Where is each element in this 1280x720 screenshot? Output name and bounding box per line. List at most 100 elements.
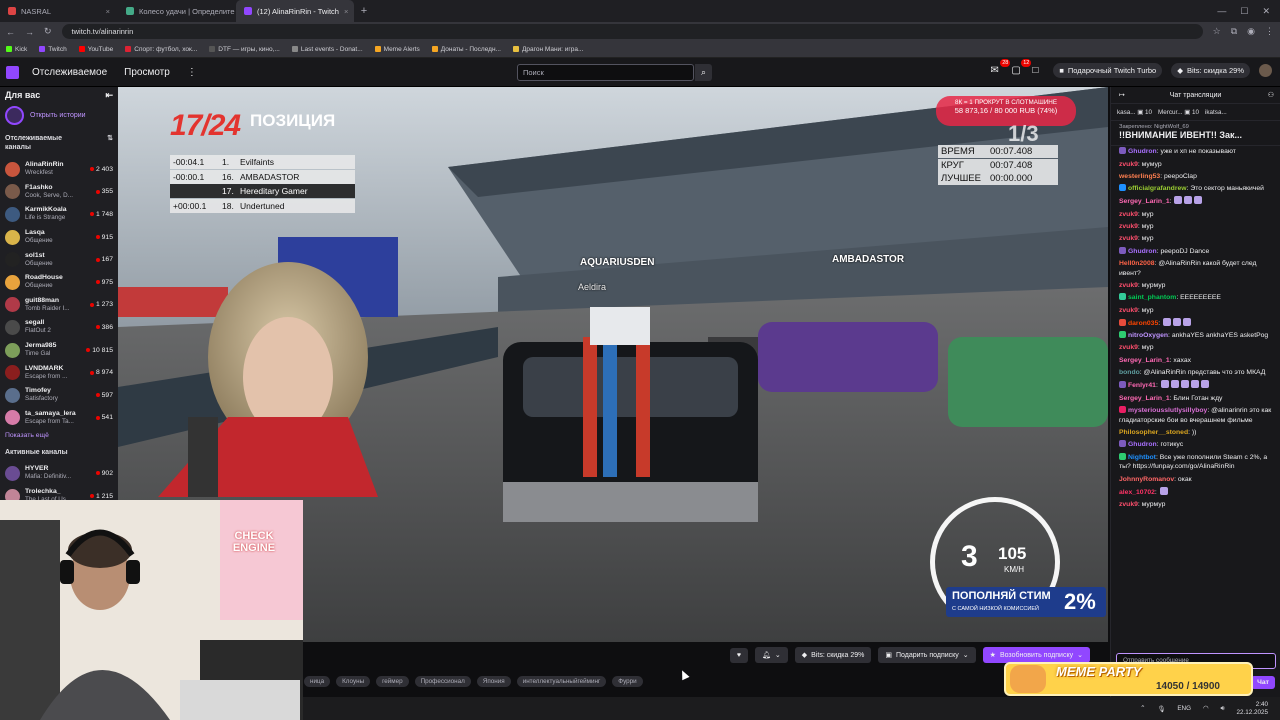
chat-username[interactable]: saint_phantom [1128,294,1176,301]
chat-username[interactable]: zvuk9 [1119,344,1138,351]
sidebar-channel[interactable]: F1ashko Cook, Serve, D... 355 [5,181,113,204]
chat-username[interactable]: JohnnyRomanov [1119,476,1174,483]
chat-username[interactable]: bondo [1119,369,1140,376]
chat-username[interactable]: zvuk9 [1119,211,1138,218]
chat-username[interactable]: nitroOxygen [1128,332,1168,339]
chat-username[interactable]: Ghudron [1128,441,1157,448]
sidebar-channel[interactable]: AlinaRinRin Wreckfest 2 403 [5,158,113,181]
turbo-button[interactable]: ■ Подарочный Twitch Turbo [1053,63,1163,78]
user-avatar[interactable] [1259,64,1272,77]
bookmark[interactable]: YouTube [78,46,113,53]
bookmark[interactable]: Kick [6,46,27,53]
tag[interactable]: Фурри [612,676,643,687]
resubscribe-button[interactable]: ★ Возобновить подписку ⌄ [982,647,1090,663]
bookmark[interactable]: DTF — игры, кино,... [209,46,280,53]
tag[interactable]: ница [304,676,331,687]
sidebar-channel[interactable]: Lasqa Общение 915 [5,226,113,249]
chat-username[interactable]: daron035 [1128,320,1158,327]
search-input[interactable]: Поиск [517,64,694,81]
search-button[interactable]: ⌕ [695,64,712,81]
chat-username[interactable]: zvuk9 [1119,161,1138,168]
chat-send-button[interactable]: Чат [1251,676,1275,689]
whispers-icon[interactable]: □ [1032,65,1044,77]
tag[interactable]: геймер [376,676,409,687]
show-more-link[interactable]: Показать ещё [5,432,113,439]
sidebar-channel[interactable]: LVNDMARK Escape from ... 8 974 [5,361,113,384]
browser-tab[interactable]: Колесо удачи | Определите п...× [118,0,236,22]
chat-username[interactable]: mysteriousslutlysillyboy [1128,407,1207,414]
sidebar-channel[interactable]: ta_samaya_lera Escape from Ta... 541 [5,407,113,430]
forward-icon[interactable]: → [25,27,34,37]
clock[interactable]: 2:40 22.12.2025 [1236,701,1268,717]
maximize-icon[interactable]: ☐ [1240,6,1248,17]
gift-sub-button[interactable]: ▣ Подарить подписку ⌄ [878,647,976,663]
chat-username[interactable]: Philosopher__stoned [1119,429,1188,436]
bits-discount-button[interactable]: ◆ Bits: скидка 29% [794,647,872,663]
pinned-message[interactable]: Закреплено: NightWolf_69 !!ВНИМАНИЕ ИВЕН… [1111,121,1280,146]
sidebar-channel[interactable]: Timofey Satisfactory 597 [5,384,113,407]
bookmark[interactable]: Драгон Мани: игра... [512,46,583,53]
menu-icon[interactable]: ⋮ [1265,26,1274,37]
users-icon[interactable]: ⚇ [1268,91,1274,99]
bookmark[interactable]: Twitch [39,46,67,53]
tag[interactable]: Профессионал [414,676,471,687]
nav-following[interactable]: Отслеживаемое [32,67,107,78]
stories-button[interactable]: Открыть истории [5,106,113,125]
chat-username[interactable]: Nightbot [1128,454,1156,461]
chat-username[interactable]: Sergey_Larin_1 [1119,198,1170,205]
wifi-icon[interactable]: ◠ [1203,705,1209,712]
twitch-logo-icon[interactable] [6,65,19,79]
chat-username[interactable]: Hell0n2008 [1119,260,1155,267]
reload-icon[interactable]: ↻ [44,26,52,37]
tray-chevron-icon[interactable]: ⌃ [1140,705,1145,712]
browser-tab[interactable]: NASRAL × [0,0,118,22]
sidebar-channel[interactable]: Jerma985 Time Gal 10 815 [5,339,113,362]
sidebar-channel[interactable]: KarmikKoala Life is Strange 1 748 [5,203,113,226]
bookmark[interactable]: Донаты - Последн... [431,46,501,53]
chat-username[interactable]: zvuk9 [1119,307,1138,314]
chat-username[interactable]: zvuk9 [1119,501,1138,508]
tag[interactable]: Япония [476,676,511,687]
chat-username[interactable]: Ghudron [1128,248,1157,255]
bookmark[interactable]: Спорт: футбол, хок... [125,46,197,53]
sidebar-channel[interactable]: RoadHouse Общение 975 [5,271,113,294]
notifications-icon[interactable]: ✉ 28 [990,58,1011,77]
chat-username[interactable]: zvuk9 [1119,223,1138,230]
close-window-icon[interactable]: ✕ [1262,6,1270,17]
mic-icon[interactable]: 🎙︎ [1157,705,1165,713]
star-icon[interactable]: ☆ [1213,26,1221,37]
chat-username[interactable]: zvuk9 [1119,282,1138,289]
chat-username[interactable]: Sergey_Larin_1 [1119,357,1170,364]
chat-username[interactable]: officialgrafandrew [1128,185,1187,192]
sidebar-channel[interactable]: HYVER Mafia: Definitiv... 902 [5,462,113,485]
collapse-chat-icon[interactable]: ↦ [1119,91,1125,99]
follow-heart-button[interactable]: ♥ [729,647,749,663]
chat-username[interactable]: zvuk9 [1119,235,1138,242]
notifications-bell-button[interactable]: 🔔︎ ⌄ [755,647,788,663]
close-icon[interactable]: × [344,7,348,16]
sort-icon[interactable]: ⇅ [107,134,113,152]
sidebar-channel[interactable]: sol1st Общение 167 [5,248,113,271]
bits-button[interactable]: ◆ Bits: скидка 29% [1171,63,1250,78]
new-tab-button[interactable]: + [354,0,374,22]
sidebar-channel[interactable]: segall FlatOut 2 386 [5,316,113,339]
minimize-icon[interactable]: — [1217,6,1226,16]
url-field[interactable]: twitch.tv/alinarinrin [61,24,1203,39]
collapse-icon[interactable]: ⇤ [105,90,113,101]
nav-browse[interactable]: Просмотр [124,67,170,78]
tag[interactable]: Клоуны [336,676,371,687]
inbox-icon[interactable]: ▢ 12 [1011,58,1032,77]
browser-tab-active[interactable]: (12) AlinaRinRin - Twitch × [236,0,354,22]
close-icon[interactable]: × [106,7,110,16]
bookmark[interactable]: Meme Alerts [374,46,420,53]
sidebar-channel[interactable]: guit88man Tomb Raider I... 1 273 [5,294,113,317]
chat-username[interactable]: westerling53 [1119,173,1160,180]
tag[interactable]: интеллектуальныйгейминг [516,676,607,687]
chat-username[interactable]: alex_10702 [1119,489,1155,496]
chat-username[interactable]: Fenlyr41 [1128,382,1156,389]
chat-username[interactable]: Sergey_Larin_1 [1119,395,1170,402]
more-icon[interactable]: ⋮ [187,67,197,78]
sidebar-channel[interactable]: Trolechka_ The Last of Us 1 215 [5,485,113,500]
bookmark[interactable]: Last events - Donat... [291,46,363,53]
chat-username[interactable]: Ghudron [1128,148,1157,155]
